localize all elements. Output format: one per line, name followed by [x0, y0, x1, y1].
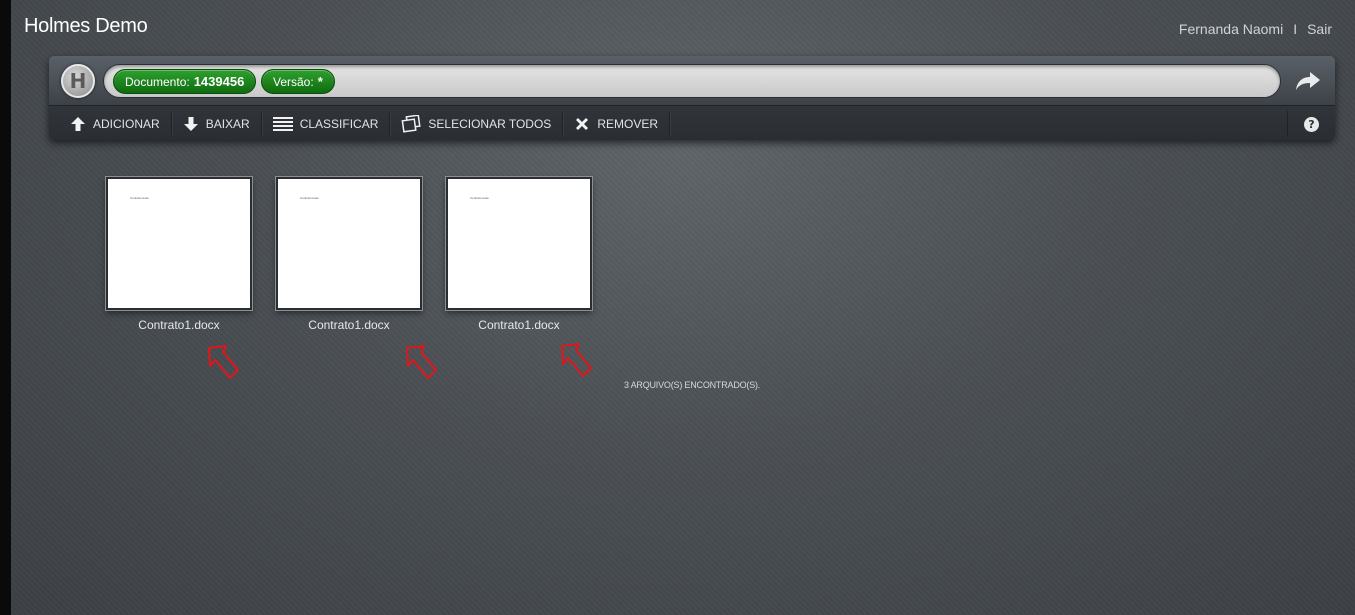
- classify-button[interactable]: CLASSIFICAR: [262, 111, 391, 136]
- thumbnail-text: Contrato teste: [470, 196, 489, 200]
- select-all-icon: [401, 114, 422, 133]
- add-button[interactable]: ADICIONAR: [59, 111, 172, 136]
- user-area: Fernanda Naomi I Sair: [1179, 21, 1332, 37]
- download-label: BAIXAR: [205, 116, 250, 131]
- annotation-arrow-icon: [208, 345, 239, 379]
- address-bar[interactable]: Documento: 1439456 Versão: *: [103, 64, 1281, 98]
- document-breadcrumb[interactable]: Documento: 1439456: [113, 69, 257, 94]
- main-area: Holmes Demo Fernanda Naomi I Sair H Docu…: [11, 0, 1355, 615]
- logout-link[interactable]: Sair: [1307, 21, 1332, 37]
- document-number: 1439456: [193, 74, 245, 89]
- select-all-button[interactable]: SELECIONAR TODOS: [390, 111, 564, 136]
- file-thumbnail[interactable]: Contrato teste: [106, 177, 252, 310]
- download-arrow-icon: [183, 116, 198, 131]
- version-label: Versão:: [273, 74, 314, 89]
- file-name[interactable]: Contrato1.docx: [446, 318, 592, 332]
- classify-label: CLASSIFICAR: [299, 116, 379, 131]
- navigation-panel: H Documento: 1439456 Versão: * ADICIONAR…: [49, 56, 1335, 140]
- download-button[interactable]: BAIXAR: [172, 111, 262, 136]
- thumbnail-text: Contrato teste: [300, 196, 319, 200]
- file-count-status: 3 ARQUIVO(S) ENCONTRADO(S).: [624, 380, 761, 390]
- file-name[interactable]: Contrato1.docx: [276, 318, 422, 332]
- version-breadcrumb[interactable]: Versão: *: [261, 69, 335, 94]
- holmes-logo-icon[interactable]: H: [61, 64, 95, 98]
- document-label: Documento:: [125, 74, 190, 89]
- file-item[interactable]: Contrato teste Contrato1.docx: [106, 177, 252, 332]
- list-icon: [272, 116, 293, 131]
- help-button[interactable]: ?: [1287, 111, 1335, 137]
- select-all-label: SELECIONAR TODOS: [428, 116, 552, 131]
- file-thumbnail[interactable]: Contrato teste: [276, 177, 422, 310]
- version-value: *: [317, 74, 323, 89]
- upload-arrow-icon: [71, 116, 85, 131]
- remove-label: REMOVER: [597, 116, 659, 131]
- address-topbar: H Documento: 1439456 Versão: *: [49, 56, 1335, 106]
- thumbnail-text: Contrato teste: [130, 196, 149, 200]
- file-thumbnail[interactable]: Contrato teste: [446, 177, 592, 310]
- x-icon: [576, 117, 589, 130]
- annotation-arrow-icon: [406, 345, 437, 379]
- forward-arrow-icon[interactable]: [1295, 70, 1321, 92]
- file-name[interactable]: Contrato1.docx: [106, 318, 252, 332]
- help-icon: ?: [1304, 116, 1319, 132]
- user-separator: I: [1293, 21, 1298, 37]
- add-label: ADICIONAR: [93, 116, 160, 131]
- file-item[interactable]: Contrato teste Contrato1.docx: [276, 177, 422, 332]
- toolbar: ADICIONAR BAIXAR CLASSIFICAR SELECIONAR …: [49, 107, 1335, 140]
- annotation-arrow-icon: [561, 343, 592, 377]
- app-title: Holmes Demo: [24, 15, 148, 37]
- file-item[interactable]: Contrato teste Contrato1.docx: [446, 177, 592, 332]
- user-name[interactable]: Fernanda Naomi: [1179, 21, 1283, 37]
- remove-button[interactable]: REMOVER: [563, 111, 671, 136]
